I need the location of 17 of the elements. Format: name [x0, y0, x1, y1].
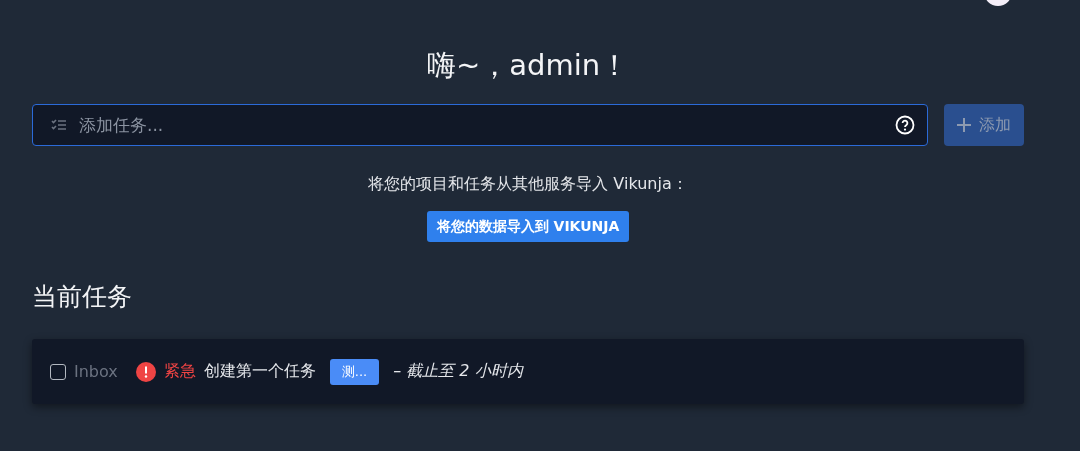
project-name[interactable]: Inbox — [74, 362, 118, 381]
task-checkbox[interactable] — [50, 363, 66, 380]
add-task-field[interactable]: 添加任务... — [77, 114, 885, 136]
due-date: – 截止至 2 小时内 — [393, 361, 523, 382]
import-button[interactable]: 将您的数据导入到 VIKUNJA — [426, 211, 630, 242]
section-title: 当前任务 — [32, 281, 133, 313]
alert-icon — [135, 361, 156, 382]
add-task-bar[interactable]: 添加任务... — [32, 104, 928, 146]
import-message: 将您的项目和任务从其他服务导入 Vikunja： — [367, 174, 689, 195]
checklist-icon — [51, 118, 67, 132]
help-icon[interactable] — [895, 115, 915, 135]
priority-label: 紧急 — [163, 361, 196, 382]
greeting-title: 嗨~，admin！ — [425, 47, 631, 84]
task-card[interactable]: Inbox 紧急 创建第一个任务 测... – 截止至 2 小时内 — [32, 339, 1024, 404]
plus-icon — [957, 118, 971, 132]
task-title[interactable]: 创建第一个任务 — [203, 361, 316, 382]
task-label: 测... — [329, 358, 380, 385]
